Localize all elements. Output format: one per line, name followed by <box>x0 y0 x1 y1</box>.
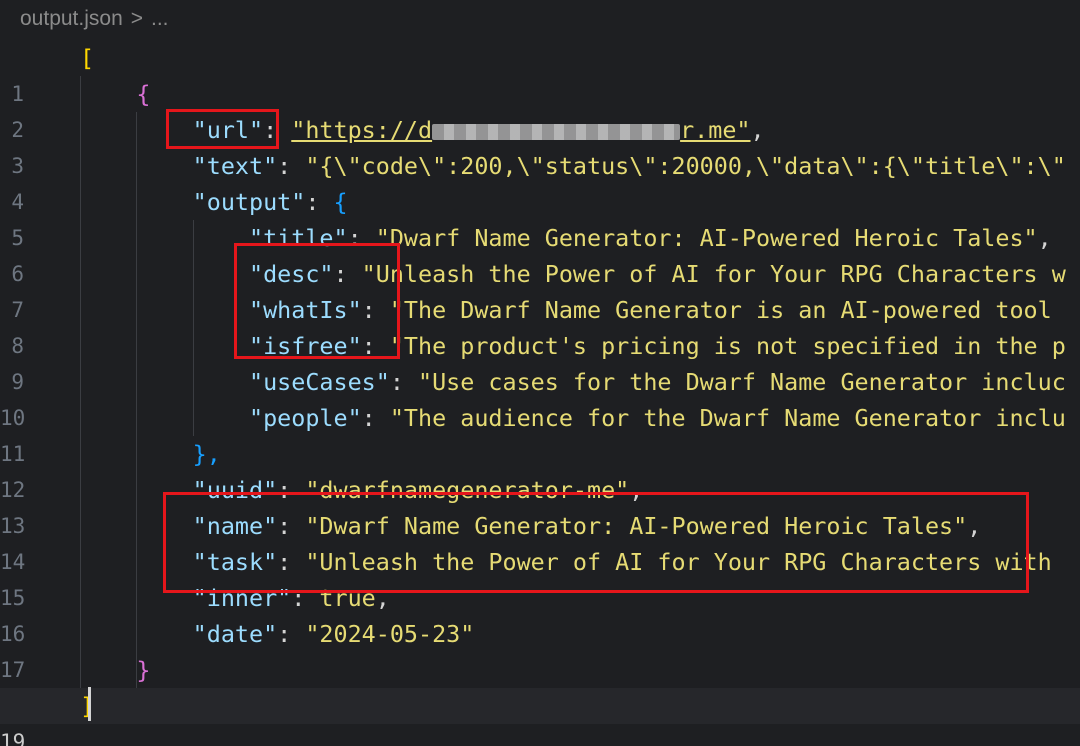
brace: { <box>136 80 151 108</box>
json-key: "inner" <box>192 584 292 612</box>
code-line[interactable]: 3 "url": "https://d r.me", <box>0 112 1080 178</box>
json-key: "date" <box>192 620 278 648</box>
json-key: "uuid" <box>192 476 278 504</box>
code-editor[interactable]: 1 [ 2 { 3 "url": "https://d r.me", 4 "tex… <box>0 40 1080 746</box>
code-line[interactable]: 2 { <box>0 76 1080 142</box>
json-key: "useCases" <box>249 368 390 396</box>
brace: } <box>136 656 151 684</box>
code-line[interactable]: 10 "useCases": "Use cases for the Dwarf … <box>0 364 1080 430</box>
json-value: "Dwarf Name Generator: AI-Powered Heroic… <box>305 512 968 540</box>
code-line[interactable]: 18 } <box>0 652 1080 718</box>
json-value: "Unleash the Power of AI for Your RPG Ch… <box>361 260 1066 288</box>
json-value: true <box>319 584 376 612</box>
code-line[interactable]: 13 "uuid": "dwarfnamegenerator-me", <box>0 472 1080 538</box>
code-line[interactable]: 4 "text": "{\"code\":200,\"status\":2000… <box>0 148 1080 214</box>
json-value: "{\"code\":200,\"status\":20000,\"data\"… <box>305 152 1066 180</box>
text-cursor <box>88 687 91 721</box>
breadcrumb-separator: > <box>130 7 144 30</box>
json-key: "text" <box>192 152 278 180</box>
breadcrumb-file[interactable]: output.json <box>20 7 123 30</box>
json-key: "name" <box>192 512 278 540</box>
json-key: "whatIs" <box>249 296 362 324</box>
code-line[interactable]: 9 "isfree": "The product's pricing is no… <box>0 328 1080 394</box>
code-line-current[interactable]: 19 ] <box>0 688 1080 746</box>
json-key: "people" <box>249 404 362 432</box>
json-value: "Dwarf Name Generator: AI-Powered Heroic… <box>375 224 1038 252</box>
redaction-mark <box>432 123 681 140</box>
breadcrumb: output.json >... <box>20 4 169 34</box>
breadcrumb-more[interactable]: ... <box>151 7 169 30</box>
code-line[interactable]: 16 "inner": true, <box>0 580 1080 646</box>
code-line[interactable]: 6 "title": "Dwarf Name Generator: AI-Pow… <box>0 220 1080 286</box>
code-line[interactable]: 14 "name": "Dwarf Name Generator: AI-Pow… <box>0 508 1080 574</box>
json-key: "isfree" <box>249 332 362 360</box>
json-value: "Use cases for the Dwarf Name Generator … <box>418 368 1066 396</box>
json-value: "2024-05-23" <box>305 620 475 648</box>
brace: }, <box>192 440 221 468</box>
json-value-url[interactable]: "https://d r.me" <box>291 116 750 144</box>
line-number: 19 <box>0 730 26 746</box>
code-line[interactable]: 1 [ <box>0 40 1080 106</box>
code-line[interactable]: 11 "people": "The audience for the Dwarf… <box>0 400 1080 466</box>
code-line[interactable]: 17 "date": "2024-05-23" <box>0 616 1080 682</box>
json-value: "The product's pricing is not specified … <box>389 332 1066 360</box>
code-line[interactable]: 5 "output": { <box>0 184 1080 250</box>
brace: { <box>333 188 348 216</box>
json-value: "The audience for the Dwarf Name Generat… <box>389 404 1066 432</box>
bracket: [ <box>80 44 95 72</box>
json-value: "dwarfnamegenerator-me" <box>305 476 630 504</box>
json-value: "The Dwarf Name Generator is an AI-power… <box>389 296 1052 324</box>
json-value: "Unleash the Power of AI for Your RPG Ch… <box>305 548 1052 576</box>
code-line[interactable]: 15 "task": "Unleash the Power of AI for … <box>0 544 1080 610</box>
json-key: "output" <box>192 188 306 216</box>
json-key: "desc" <box>249 260 334 288</box>
code-line[interactable]: 8 "whatIs": "The Dwarf Name Generator is… <box>0 292 1080 358</box>
json-key: "title" <box>249 224 348 252</box>
code-line[interactable]: 12 }, <box>0 436 1080 502</box>
json-key: "task" <box>192 548 278 576</box>
json-key: "url" <box>192 116 264 144</box>
code-line[interactable]: 7 "desc": "Unleash the Power of AI for Y… <box>0 256 1080 322</box>
